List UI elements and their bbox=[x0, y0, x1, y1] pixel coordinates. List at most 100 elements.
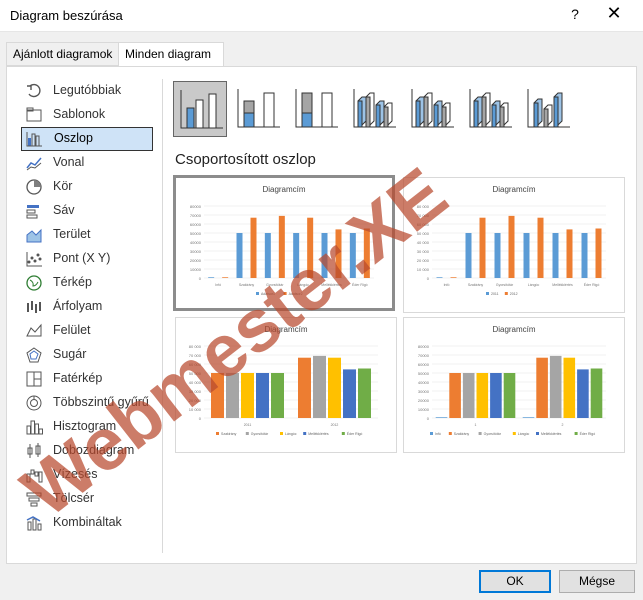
bar bbox=[537, 217, 544, 278]
y-tick-label: 80 000 bbox=[417, 204, 430, 209]
bar bbox=[358, 368, 371, 418]
sidebar-item-recent[interactable]: Legutóbbiak bbox=[21, 79, 153, 103]
y-tick-label: 0 bbox=[427, 276, 430, 281]
bar bbox=[595, 228, 602, 278]
bar bbox=[503, 373, 516, 418]
sidebar-item-label: Sugár bbox=[53, 347, 87, 361]
chart-preview-4[interactable]: Diagramcím 80000 70000 60000 50000 40000 30000… bbox=[403, 317, 625, 453]
help-button[interactable]: ? bbox=[568, 6, 582, 22]
ok-button[interactable]: OK bbox=[479, 570, 551, 593]
legend-label: Lángóc bbox=[518, 432, 530, 436]
bar bbox=[250, 217, 257, 278]
category-label: Lángóc bbox=[528, 283, 540, 287]
bar bbox=[256, 373, 269, 418]
sidebar-item-scatter-chart[interactable]: Pont (X Y) bbox=[21, 247, 153, 271]
subtype-3d-column[interactable] bbox=[521, 81, 575, 137]
y-tick-label: 30 000 bbox=[189, 389, 202, 394]
sidebar-item-folder[interactable]: Sablonok bbox=[21, 103, 153, 127]
subtype-clustered-column[interactable] bbox=[173, 81, 227, 137]
chart-preview-1[interactable]: Diagramcím 80000 70000 60000 50000 40000 30000… bbox=[173, 175, 395, 311]
y-tick-label: 20 000 bbox=[189, 398, 202, 403]
chart-preview-3[interactable]: Diagramcím 80 000 70 000 60 000 50 000 40 000… bbox=[175, 317, 397, 453]
sidebar-item-label: Terület bbox=[53, 227, 91, 241]
sidebar-item-surface-chart[interactable]: Felület bbox=[21, 319, 153, 343]
category-label: Éder Rigó bbox=[584, 282, 600, 287]
combo-chart-icon bbox=[26, 516, 42, 531]
bar bbox=[298, 357, 311, 418]
legend-swatch bbox=[245, 432, 249, 435]
sidebar-item-map-chart[interactable]: Térkép bbox=[21, 271, 153, 295]
legend-swatch bbox=[478, 432, 482, 435]
legend-swatch bbox=[280, 432, 283, 435]
main-panel: Legutóbbiak Sablonok Oszlop Vonal Kör Sáv Terü… bbox=[6, 66, 637, 564]
legend-label: Mellékkiértés bbox=[541, 432, 562, 436]
subtype-3d-clustered-column[interactable] bbox=[347, 81, 401, 137]
bar bbox=[226, 373, 239, 418]
bar bbox=[313, 355, 326, 418]
sidebar-item-box-whisker[interactable]: Dobozdiagram bbox=[21, 439, 153, 463]
sidebar-item-label: Tölcsér bbox=[53, 491, 94, 505]
legend-swatch bbox=[341, 432, 345, 435]
sidebar-item-pie-chart[interactable]: Kör bbox=[21, 175, 153, 199]
bar bbox=[435, 417, 448, 418]
bar bbox=[476, 373, 489, 418]
radar-chart-icon bbox=[26, 347, 42, 363]
sidebar-item-label: Sablonok bbox=[53, 107, 106, 121]
y-tick-label: 10000 bbox=[418, 407, 430, 412]
tab-recommended-charts[interactable]: Ajánlott diagramok bbox=[6, 42, 118, 66]
sidebar-item-label: Vízesés bbox=[53, 467, 98, 481]
bar bbox=[222, 277, 229, 278]
bar bbox=[208, 277, 215, 278]
sidebar-item-label: Vonal bbox=[53, 155, 85, 169]
close-button[interactable]: ✕ bbox=[605, 3, 623, 24]
sidebar-item-column-chart[interactable]: Oszlop bbox=[21, 127, 153, 151]
subtype-stacked-column[interactable] bbox=[231, 81, 285, 137]
y-tick-label: 50 000 bbox=[189, 371, 202, 376]
sidebar-item-waterfall[interactable]: Vízesés bbox=[21, 463, 153, 487]
sidebar-item-sunburst[interactable]: Többszintű gyűrű bbox=[21, 391, 153, 415]
subtype-3d-clustered-column-icon bbox=[353, 89, 396, 128]
y-tick-label: 30000 bbox=[418, 389, 430, 394]
sidebar-item-line-chart[interactable]: Vonal bbox=[21, 151, 153, 175]
pie-chart-icon bbox=[26, 179, 42, 195]
subtype-100-stacked-column[interactable] bbox=[289, 81, 343, 137]
category-label: Infó bbox=[215, 283, 221, 287]
cancel-button[interactable]: Mégse bbox=[559, 570, 635, 593]
recent-icon bbox=[27, 83, 41, 98]
bar bbox=[465, 233, 472, 278]
legend-swatch bbox=[504, 292, 508, 295]
stock-chart-icon bbox=[27, 301, 41, 313]
sidebar-item-area-chart[interactable]: Terület bbox=[21, 223, 153, 247]
subtype-3d-100-stacked-column[interactable] bbox=[463, 81, 517, 137]
tab-all-charts[interactable]: Minden diagram bbox=[118, 42, 224, 67]
y-tick-label: 30000 bbox=[190, 249, 202, 254]
y-tick-label: 50 000 bbox=[417, 231, 430, 236]
bar bbox=[293, 233, 300, 278]
sidebar-item-treemap[interactable]: Fatérkép bbox=[21, 367, 153, 391]
bar bbox=[577, 369, 589, 418]
bar bbox=[523, 233, 530, 278]
subtype-3d-stacked-column[interactable] bbox=[405, 81, 459, 137]
y-tick-label: 0 bbox=[427, 416, 430, 421]
sidebar-item-bar-chart[interactable]: Sáv bbox=[21, 199, 153, 223]
legend-label: 2012 bbox=[510, 292, 518, 296]
sidebar-item-histogram[interactable]: Hisztogram bbox=[21, 415, 153, 439]
category-label: 1 bbox=[475, 423, 477, 427]
sidebar-item-funnel[interactable]: Tölcsér bbox=[21, 487, 153, 511]
legend-label: Mellékkiértés bbox=[308, 432, 329, 436]
bar bbox=[271, 373, 284, 418]
category-label: Szakirány bbox=[468, 283, 484, 287]
sidebar-item-radar-chart[interactable]: Sugár bbox=[21, 343, 153, 367]
chart-preview-2[interactable]: Diagramcím 80 000 70 000 60 000 50 000 40 000… bbox=[403, 177, 625, 313]
legend-label: Szakirány bbox=[454, 432, 470, 436]
legend-label: Szakirány bbox=[221, 432, 237, 436]
bar bbox=[563, 357, 576, 418]
y-tick-label: 30 000 bbox=[417, 249, 430, 254]
sidebar-item-stock-chart[interactable]: Árfolyam bbox=[21, 295, 153, 319]
y-tick-label: 70 000 bbox=[189, 353, 202, 358]
sidebar-item-combo-chart[interactable]: Kombináltak bbox=[21, 511, 153, 535]
surface-chart-icon bbox=[26, 323, 42, 337]
subtype-100-stacked-column-icon bbox=[295, 89, 338, 128]
bar bbox=[462, 373, 475, 418]
waterfall-icon bbox=[26, 469, 43, 483]
